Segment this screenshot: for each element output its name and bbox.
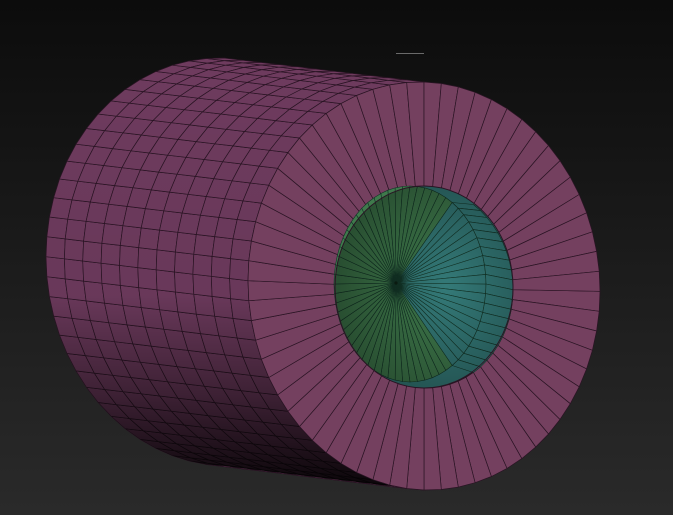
zbrush-viewport[interactable]	[0, 0, 673, 515]
bore-rim	[334, 185, 514, 389]
cylinder-mesh[interactable]	[45, 57, 601, 491]
bore-pole	[394, 281, 398, 285]
inner-bore[interactable]	[333, 185, 514, 389]
